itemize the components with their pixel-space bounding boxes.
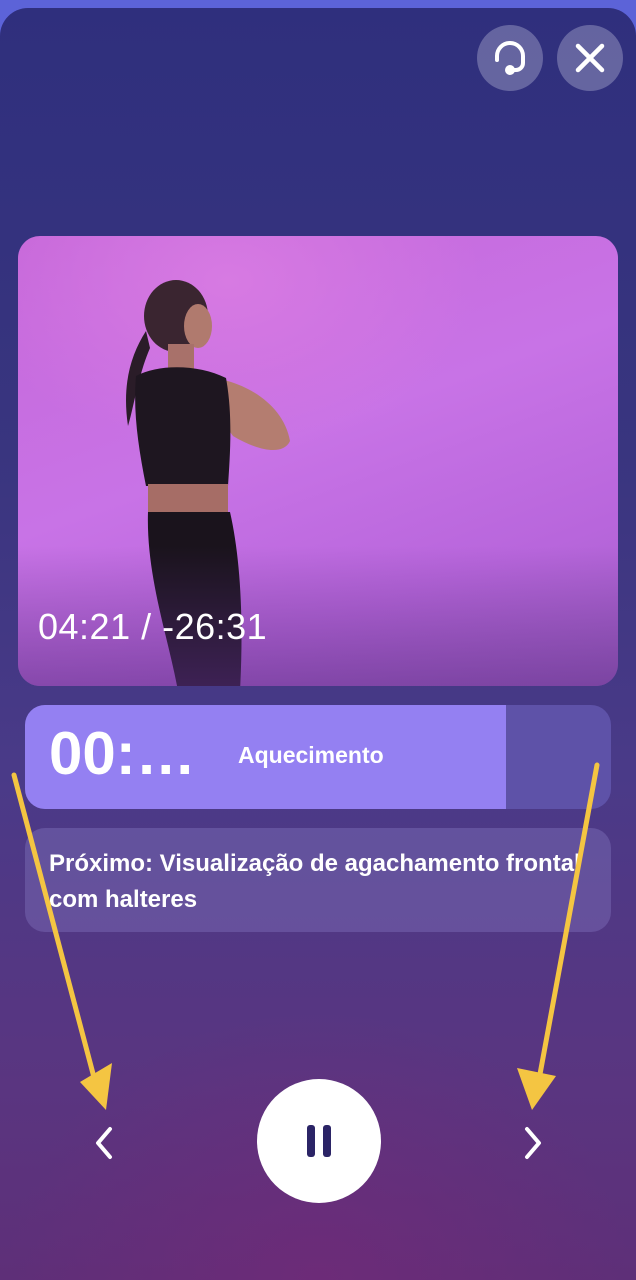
headset-icon [495,41,525,75]
video-timecode: 04:21 / -26:31 [38,606,268,647]
exercise-video[interactable]: 04:21 / -26:31 [18,236,618,686]
chevron-left-icon [96,1127,112,1159]
next-exercise-text: Próximo: Visualização de agachamento fro… [49,850,581,913]
close-button[interactable] [557,25,623,91]
workout-player-screen: 04:21 / -26:31 00:… Aquecimento Próximo:… [0,8,636,1280]
next-exercise-card: Próximo: Visualização de agachamento fro… [25,828,611,932]
current-step-progress: 00:… Aquecimento [25,705,611,809]
pause-icon [307,1125,331,1157]
chevron-right-icon [525,1127,541,1159]
previous-button[interactable] [84,1118,124,1168]
next-button[interactable] [513,1118,553,1168]
pause-button[interactable] [257,1079,381,1203]
step-time: 00:… [49,720,196,787]
support-button[interactable] [477,25,543,91]
step-label: Aquecimento [238,742,384,768]
close-icon [575,43,605,73]
